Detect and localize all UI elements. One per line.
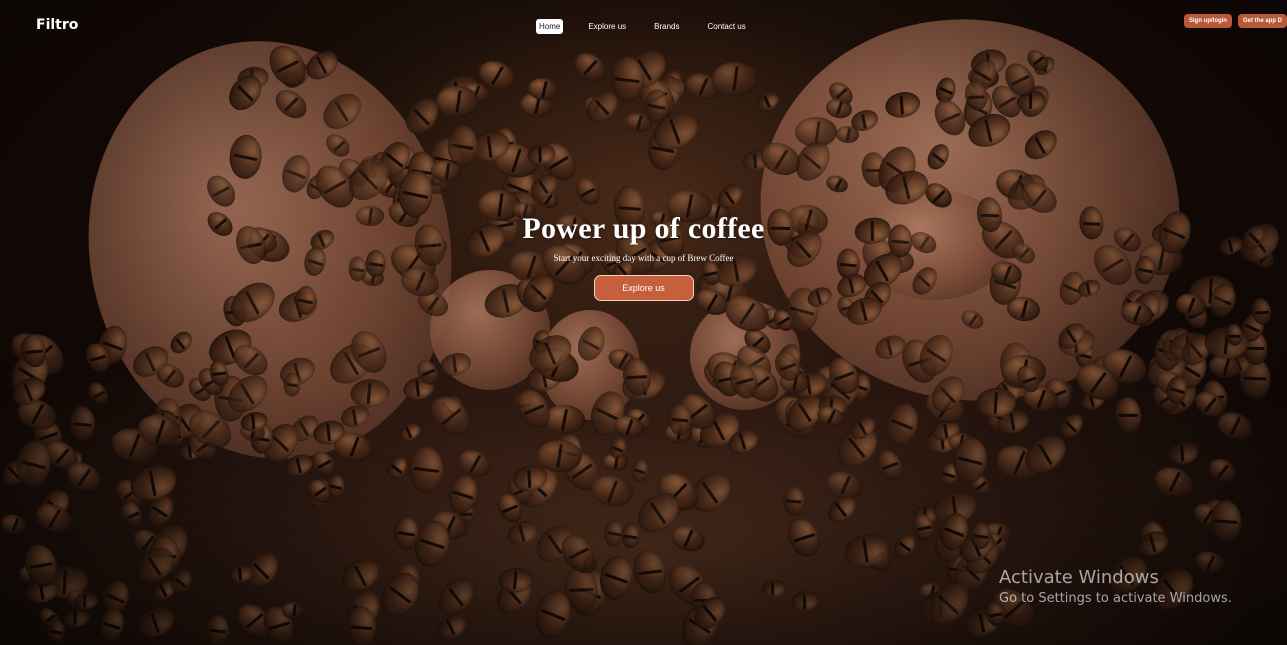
auth-actions: Sign up/login Get the app D [1183,14,1287,28]
watermark-title: Activate Windows [999,567,1159,588]
nav-item-explore-us[interactable]: Explore us [585,19,629,34]
brand-logo[interactable]: Filtro [36,17,78,33]
nav-item-home[interactable]: Home [536,19,564,34]
signup-login-button[interactable]: Sign up/login [1183,14,1232,28]
hero-section: Power up of coffee Start your exciting d… [0,212,1287,301]
background-vignette [0,0,1287,645]
explore-us-button[interactable]: Explore us [593,275,694,301]
watermark-subtitle: Go to Settings to activate Windows. [999,591,1232,606]
windows-activation-watermark: Activate Windows Go to Settings to activ… [999,567,1232,606]
nav-item-contact-us[interactable]: Contact us [705,19,749,34]
get-app-button[interactable]: Get the app D [1237,14,1287,28]
hero-subtitle: Start your exciting day with a cup of Br… [553,253,734,263]
site-header: Filtro Home Explore us Brands Contact us… [0,0,1287,52]
nav-item-brands[interactable]: Brands [651,19,682,34]
main-nav: Home Explore us Brands Contact us [536,19,771,34]
hero-title: Power up of coffee [522,212,765,245]
